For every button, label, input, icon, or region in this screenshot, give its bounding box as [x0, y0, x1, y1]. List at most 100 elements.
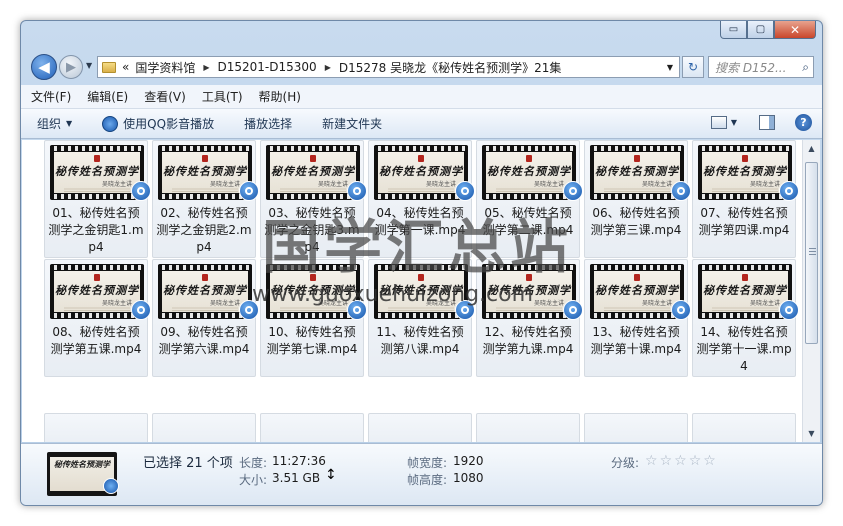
- search-input[interactable]: 搜索 D152... ⌕: [708, 56, 814, 78]
- maximize-icon: ▢: [755, 23, 766, 35]
- help-icon[interactable]: ?: [795, 114, 812, 131]
- breadcrumb-separator-icon[interactable]: ▶: [203, 63, 209, 72]
- star-icon[interactable]: ☆: [645, 453, 658, 469]
- menu-file[interactable]: 文件(F): [31, 88, 71, 105]
- menu-edit[interactable]: 编辑(E): [87, 88, 128, 105]
- star-icon[interactable]: ☆: [689, 453, 702, 469]
- recent-pages-button[interactable]: ▼: [86, 61, 92, 70]
- play-with-qq-button[interactable]: 使用QQ影音播放: [102, 115, 214, 132]
- change-view-icon[interactable]: [710, 116, 727, 129]
- qq-player-icon: [131, 181, 151, 201]
- rating-stars[interactable]: ☆ ☆ ☆ ☆ ☆: [645, 453, 718, 469]
- breadcrumb-item[interactable]: D15201-D15300: [218, 60, 317, 74]
- organize-button[interactable]: 组织 ▼: [37, 115, 72, 132]
- menu-help[interactable]: 帮助(H): [259, 88, 301, 105]
- file-tile[interactable]: 秘传姓名预测学 吴晓龙主讲 03、秘传姓名预测学之金钥匙3.mp4: [260, 140, 367, 258]
- thumbnail-screen: 秘传姓名预测学 吴晓龙主讲: [594, 152, 680, 193]
- menu-view[interactable]: 查看(V): [144, 88, 186, 105]
- qq-player-icon: [779, 300, 799, 320]
- file-name: 11、秘传姓名预测第八课.mp4: [376, 325, 464, 356]
- seal-icon: [310, 155, 316, 162]
- file-tile[interactable]: 秘传姓名预测学 吴晓龙主讲 05、秘传姓名预测学第二课.mp4: [476, 140, 583, 258]
- search-placeholder: 搜索 D152...: [715, 60, 787, 75]
- star-icon[interactable]: ☆: [674, 453, 687, 469]
- qq-player-icon: [563, 181, 583, 201]
- qq-player-icon: [671, 181, 691, 201]
- file-list[interactable]: 秘传姓名预测学 吴晓龙主讲 01、秘传姓名预测学之金钥匙1.mp4 秘传姓名预测学 吴晓…: [22, 140, 802, 442]
- file-tile-partial[interactable]: [584, 413, 688, 442]
- thumbnail-text-lines: [712, 306, 778, 311]
- star-icon[interactable]: ☆: [703, 453, 716, 469]
- minimize-button[interactable]: ▭: [720, 21, 747, 39]
- file-tile[interactable]: 秘传姓名预测学 吴晓龙主讲 09、秘传姓名预测学第六课.mp4: [152, 259, 259, 377]
- file-tile[interactable]: 秘传姓名预测学 吴晓龙主讲 11、秘传姓名预测第八课.mp4: [368, 259, 475, 377]
- search-icon[interactable]: ⌕: [802, 60, 809, 75]
- thumbnail-text-lines: [280, 306, 346, 311]
- forward-button[interactable]: ▶: [59, 55, 83, 79]
- file-tile[interactable]: 秘传姓名预测学 吴晓龙主讲 07、秘传姓名预测学第四课.mp4: [692, 140, 799, 258]
- film-strip: [482, 146, 576, 151]
- address-dropdown-icon[interactable]: ▼: [667, 63, 673, 72]
- video-thumbnail: 秘传姓名预测学 吴晓龙主讲: [698, 145, 792, 200]
- thumbnail-title: 秘传姓名预测学: [271, 284, 355, 297]
- file-tile[interactable]: 秘传姓名预测学 吴晓龙主讲 06、秘传姓名预测学第三课.mp4: [584, 140, 691, 258]
- file-tile[interactable]: 秘传姓名预测学 吴晓龙主讲 13、秘传姓名预测学第十课.mp4: [584, 259, 691, 377]
- thumbnail-title: 秘传姓名预测学: [163, 165, 247, 178]
- thumbnail-text-lines: [64, 306, 130, 311]
- thumbnail-screen: 秘传姓名预测学 吴晓龙主讲: [702, 152, 788, 193]
- view-options-chevron-icon[interactable]: ▼: [731, 118, 737, 127]
- file-tile[interactable]: 秘传姓名预测学 吴晓龙主讲 10、秘传姓名预测学第七课.mp4: [260, 259, 367, 377]
- scroll-up-icon[interactable]: ▲: [803, 140, 820, 157]
- file-tile-partial[interactable]: [476, 413, 580, 442]
- file-tile-partial[interactable]: [260, 413, 364, 442]
- breadcrumb-item[interactable]: 国学资料馆: [135, 59, 195, 76]
- file-tile[interactable]: 秘传姓名预测学 吴晓龙主讲 14、秘传姓名预测学第十一课.mp4: [692, 259, 799, 377]
- maximize-button[interactable]: ▢: [747, 21, 774, 39]
- file-tile[interactable]: 秘传姓名预测学 吴晓龙主讲 04、秘传姓名预测学第一课.mp4: [368, 140, 475, 258]
- file-tile[interactable]: 秘传姓名预测学 吴晓龙主讲 02、秘传姓名预测学之金钥匙2.mp4: [152, 140, 259, 258]
- frame-width-key: 帧宽度:: [407, 456, 448, 470]
- play-selection-button[interactable]: 播放选择: [244, 115, 292, 132]
- menu-tools[interactable]: 工具(T): [202, 88, 243, 105]
- thumbnail-text-lines: [172, 306, 238, 311]
- file-tile[interactable]: 秘传姓名预测学 吴晓龙主讲 08、秘传姓名预测学第五课.mp4: [44, 259, 151, 377]
- file-tile-partial[interactable]: [152, 413, 256, 442]
- film-strip: [698, 265, 792, 270]
- video-thumbnail: 秘传姓名预测学 吴晓龙主讲: [158, 145, 252, 200]
- file-tile-partial[interactable]: [44, 413, 148, 442]
- preview-pane-icon[interactable]: [759, 115, 775, 130]
- film-strip: [482, 313, 576, 318]
- breadcrumb-separator-icon[interactable]: ▶: [325, 63, 331, 72]
- new-folder-button[interactable]: 新建文件夹: [322, 115, 382, 132]
- seal-icon: [94, 155, 100, 162]
- qq-player-icon: [563, 300, 583, 320]
- close-button[interactable]: ✕: [774, 21, 816, 39]
- file-tile[interactable]: 秘传姓名预测学 吴晓龙主讲 01、秘传姓名预测学之金钥匙1.mp4: [44, 140, 151, 258]
- qq-player-icon: [455, 181, 475, 201]
- close-icon: ✕: [789, 22, 801, 37]
- star-icon[interactable]: ☆: [660, 453, 673, 469]
- thumbnail-text-lines: [64, 187, 130, 192]
- video-thumbnail: 秘传姓名预测学 吴晓龙主讲: [374, 145, 468, 200]
- size-key: 大小:: [239, 473, 268, 487]
- file-tile[interactable]: 秘传姓名预测学 吴晓龙主讲 12、秘传姓名预测学第九课.mp4: [476, 259, 583, 377]
- video-thumbnail: 秘传姓名预测学 吴晓龙主讲: [482, 264, 576, 319]
- vertical-scrollbar[interactable]: ▲ ▼: [802, 140, 820, 442]
- scroll-down-icon[interactable]: ▼: [803, 425, 820, 442]
- scrollbar-thumb[interactable]: [805, 162, 818, 344]
- breadcrumb-overflow[interactable]: «: [122, 60, 129, 74]
- back-button[interactable]: ◀: [31, 54, 57, 80]
- thumbnail-title: 秘传姓名预测学: [379, 165, 463, 178]
- file-tile-partial[interactable]: [692, 413, 796, 442]
- thumbnail-title: 秘传姓名预测学: [595, 165, 679, 178]
- thumbnail-title: 秘传姓名预测学: [271, 165, 355, 178]
- film-strip: [158, 146, 252, 151]
- address-bar[interactable]: « 国学资料馆 ▶ D15201-D15300 ▶ D15278 吴晓龙《秘传姓…: [97, 56, 680, 78]
- refresh-button[interactable]: ↻: [682, 56, 704, 78]
- film-strip: [266, 146, 360, 151]
- film-strip: [590, 194, 684, 199]
- thumbnail-screen: 秘传姓名预测学 吴晓龙主讲: [378, 152, 464, 193]
- file-tile-partial[interactable]: [368, 413, 472, 442]
- thumbnail-text-lines: [388, 306, 454, 311]
- breadcrumb-item[interactable]: D15278 吴晓龙《秘传姓名预测学》21集: [339, 59, 562, 76]
